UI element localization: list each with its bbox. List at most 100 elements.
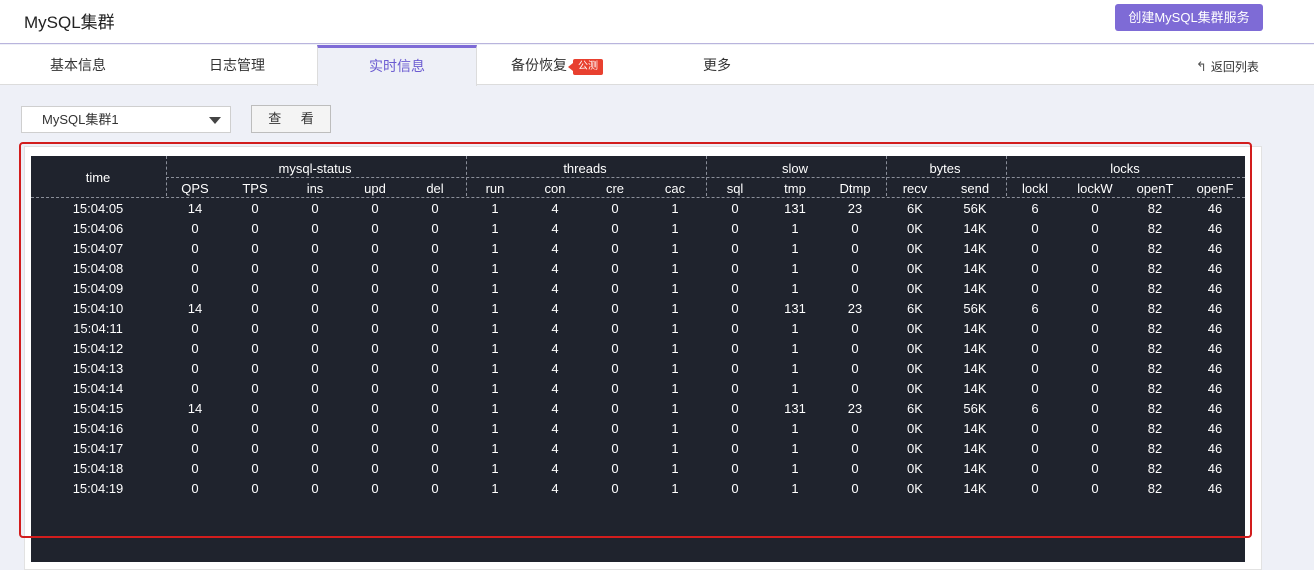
table-cell: 0 [1031,241,1039,256]
create-cluster-button[interactable]: 创建MySQL集群服务 [1115,4,1263,31]
table-cell: 0 [851,281,859,296]
back-to-list-link[interactable]: ↰ 返回列表 [1196,58,1259,75]
table-cell: 0 [1091,221,1099,236]
table-cell-time: 15:04:09 [72,281,124,296]
table-cell: 0 [851,261,859,276]
table-cell: 0 [851,461,859,476]
table-cell: 0 [311,401,319,416]
top-header: MySQL集群 创建MySQL集群服务 [0,0,1314,44]
table-cell-time: 15:04:14 [72,381,124,396]
table-cell: 0 [251,241,259,256]
table-cell: 0 [1031,441,1039,456]
table-cell: 4 [551,261,559,276]
table-cell: 14 [187,301,203,316]
table-cell: 0 [731,321,739,336]
tab-label: 更多 [703,57,731,73]
table-cell-time: 15:04:13 [72,361,124,376]
table-cell: 131 [784,301,806,316]
column-header: del [426,181,444,196]
table-cell-time: 15:04:16 [72,421,124,436]
table-cell: 4 [551,221,559,236]
table-cell: 0 [191,421,199,436]
column-group-header: mysql-status [278,161,352,176]
table-cell: 14K [963,481,987,496]
column-header: recv [902,181,928,196]
table-cell: 1 [791,341,799,356]
table-cell: 0 [611,401,619,416]
table-cell: 1 [671,421,679,436]
table-cell: 4 [551,421,559,436]
table-cell: 0 [731,241,739,256]
tab-more[interactable]: 更多 [637,45,797,85]
table-cell: 1 [491,381,499,396]
table-cell: 0 [731,261,739,276]
table-cell: 14K [963,361,987,376]
table-cell: 0 [191,361,199,376]
table-cell: 0 [731,441,739,456]
tab-backup-restore[interactable]: 备份恢复 公测 [477,45,637,85]
column-group-header: bytes [929,161,961,176]
table-cell-time: 15:04:17 [72,441,124,456]
column-header: sql [726,181,744,196]
table-cell: 1 [791,361,799,376]
table-cell: 0 [1031,381,1039,396]
table-cell: 0 [611,461,619,476]
table-cell: 0 [731,221,739,236]
tab-basic-info[interactable]: 基本信息 [0,45,156,85]
table-cell: 0 [371,281,379,296]
table-cell: 0 [251,401,259,416]
column-header: send [960,181,990,196]
table-cell: 0 [851,481,859,496]
caret-down-icon [209,117,221,124]
table-cell: 0 [191,241,199,256]
table-cell: 0K [907,221,923,236]
table-cell: 0 [431,321,439,336]
table-cell: 46 [1207,421,1223,436]
column-header: QPS [181,181,209,196]
table-cell: 0 [251,281,259,296]
table-cell: 1 [491,261,499,276]
table-cell: 1 [671,361,679,376]
table-cell: 0 [731,421,739,436]
tab-realtime-info[interactable]: 实时信息 [317,45,477,86]
table-cell: 1 [671,221,679,236]
table-cell: 0 [311,461,319,476]
table-cell: 1 [671,481,679,496]
table-cell: 1 [671,301,679,316]
table-cell-time: 15:04:06 [72,221,124,236]
table-cell: 4 [551,321,559,336]
column-group-header: locks [1110,161,1140,176]
tab-log-management[interactable]: 日志管理 [156,45,318,85]
table-cell: 1 [671,441,679,456]
column-header: cre [605,181,625,196]
table-cell: 0 [1091,321,1099,336]
table-cell: 0 [731,341,739,356]
table-cell: 0K [907,321,923,336]
table-cell: 0 [311,201,319,216]
table-cell: 0 [1091,381,1099,396]
table-cell: 0 [371,301,379,316]
table-cell: 1 [671,201,679,216]
cluster-select[interactable]: MySQL集群1 [21,106,231,133]
table-cell: 0 [1091,341,1099,356]
table-cell: 1 [491,361,499,376]
table-cell: 4 [551,301,559,316]
table-cell: 82 [1147,361,1163,376]
table-cell-time: 15:04:07 [72,241,124,256]
table-cell: 4 [551,481,559,496]
table-cell: 0 [611,441,619,456]
table-cell: 82 [1147,421,1163,436]
table-cell: 0 [371,381,379,396]
table-cell: 1 [791,441,799,456]
table-cell-time: 15:04:08 [72,261,124,276]
tab-bar: 基本信息 日志管理 实时信息 备份恢复 公测 更多 ↰ 返回列表 [0,45,1314,86]
column-header: upd [364,181,386,196]
table-cell: 0 [851,381,859,396]
table-cell: 82 [1147,441,1163,456]
table-cell: 0 [431,341,439,356]
time-column-header: time [85,170,111,185]
table-cell: 82 [1147,221,1163,236]
table-cell: 0 [251,301,259,316]
table-cell: 0 [611,281,619,296]
view-button[interactable]: 查 看 [251,105,331,133]
